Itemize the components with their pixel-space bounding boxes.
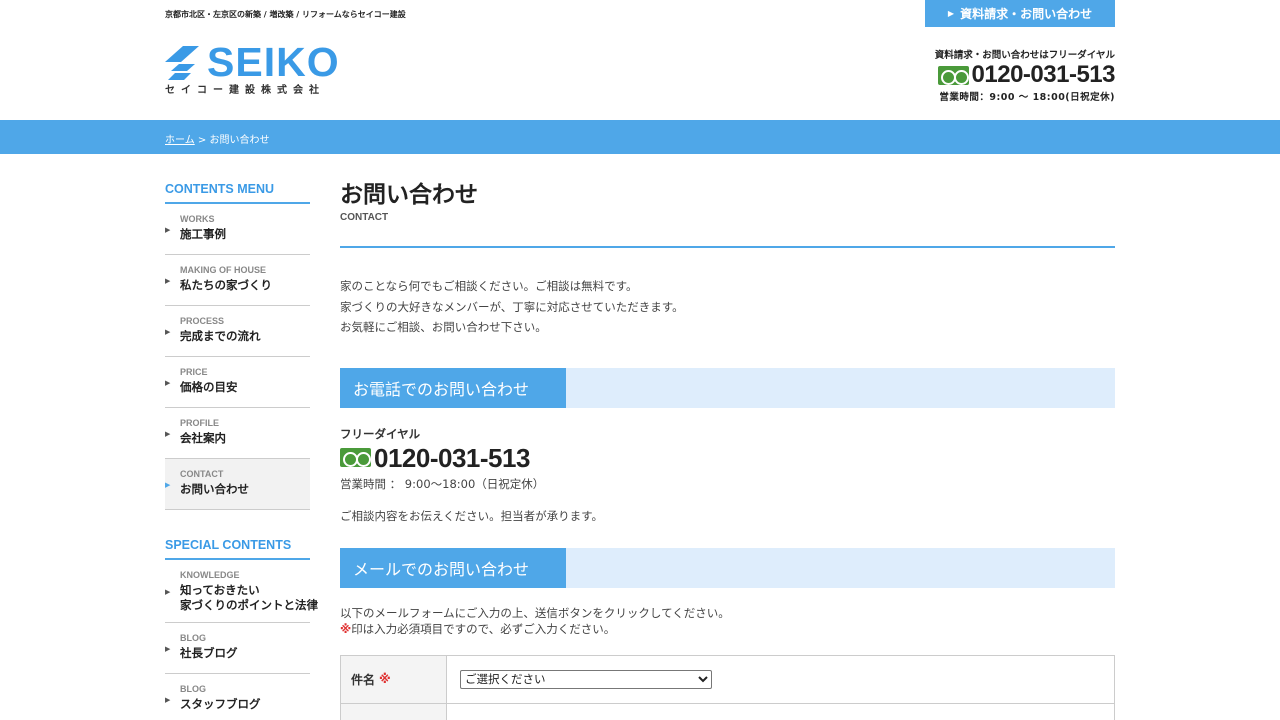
mail-section-heading: メールでのお問い合わせ (340, 547, 1115, 588)
freedial-icon (340, 448, 371, 467)
mail-intro: 以下のメールフォームにご入力の上、送信ボタンをクリックしてください。 ※印は入力… (340, 605, 1115, 637)
required-note: 印は入力必須項目ですので、必ずご入力ください。 (351, 621, 616, 636)
page-subtitle: CONTACT (340, 212, 389, 223)
form-row-subject: 件名 ※ ご選択ください (341, 655, 1114, 704)
freedial-number: 0120-031-513 (374, 442, 530, 473)
mail-section-title: メールでのお問い合わせ (340, 547, 566, 588)
sidebar-item-president-blog[interactable]: ▶ BLOG 社長ブログ (165, 623, 310, 674)
breadcrumb: ホーム > お問い合わせ (165, 131, 269, 146)
header-phone-block: 資料請求・お問い合わせはフリーダイヤル 0120-031-513 営業時間：9:… (925, 47, 1116, 103)
subject-label: 件名 (351, 672, 376, 687)
breadcrumb-bar: ホーム > お問い合わせ (0, 120, 1280, 154)
chevron-right-icon: ▶ (165, 588, 171, 596)
sidebar-item-label: 施工事例 (180, 227, 226, 241)
chevron-right-icon: ▶ (165, 430, 171, 438)
next-input-cell (447, 704, 1114, 720)
sidebar-item-en: PROFILE (180, 418, 220, 428)
sidebar-item-label: 会社案内 (180, 431, 226, 445)
phone-lead: 資料請求・お問い合わせはフリーダイヤル (934, 50, 1115, 61)
chevron-right-icon: ▶ (165, 481, 171, 489)
subject-select[interactable]: ご選択ください (460, 669, 712, 689)
sidebar-item-en: KNOWLEDGE (180, 570, 240, 580)
mail-intro-line-2: ※印は入力必須項目ですので、必ずご入力ください。 (340, 621, 1115, 637)
phone-section-heading: お電話でのお問い合わせ (340, 367, 1115, 408)
sidebar-item-label: 完成までの流れ (180, 329, 261, 343)
sidebar: CONTENTS MENU ▶ WORKS 施工事例 ▶ MAKING OF H… (165, 182, 318, 720)
sidebar-item-process[interactable]: ▶ PROCESS 完成までの流れ (165, 306, 310, 357)
page: 京都市北区・左京区の新築 / 増改築 / リフォームならセイコー建設 SEIKO… (0, 0, 1280, 720)
chevron-right-icon: ▶ (165, 226, 171, 234)
freedial-label: フリーダイヤル (340, 426, 421, 441)
business-hours: 営業時間 ： 9:00～18:00（日祝定休） (340, 476, 545, 491)
mail-intro-line: 以下のメールフォームにご入力の上、送信ボタンをクリックしてください。 (340, 605, 730, 620)
header-phone-row[interactable]: 0120-031-513 (925, 61, 1116, 88)
sidebar-item-label: スタッフブログ (180, 697, 261, 711)
contact-form: 件名 ※ ご選択ください (340, 654, 1115, 720)
phone-note: ご相談内容をお伝えください。担当者が承ります。 (340, 508, 604, 523)
sidebar-item-label: 知っておきたい (180, 583, 260, 597)
sidebar-item-en: WORKS (180, 214, 215, 224)
sidebar-item-label: お問い合わせ (180, 482, 249, 496)
sidebar-item-en: CONTACT (180, 469, 224, 479)
logo-company-name: セイコー建設株式会社 (165, 85, 325, 96)
required-mark: ※ (340, 621, 352, 636)
subject-input-cell: ご選択ください (447, 656, 1114, 703)
sidebar-item-en: BLOG (180, 684, 206, 694)
header-phone-number: 0120-031-513 (971, 61, 1116, 88)
sidebar-item-knowledge[interactable]: ▶ KNOWLEDGE 知っておきたい 家づくりのポイントと法律 (165, 560, 318, 623)
subject-label-cell: 件名 ※ (341, 655, 447, 703)
form-row-next (341, 703, 1114, 720)
sidebar-item-en: PRICE (180, 367, 208, 377)
header-phone-hours: 営業時間：9:00 〜 18:00(日祝定休) (939, 92, 1115, 103)
main-content: お問い合わせ CONTACT 家のことなら何でもご相談ください。ご相談は無料です… (340, 180, 1115, 720)
chevron-right-icon: ▶ (947, 9, 955, 18)
sidebar-item-staff-blog[interactable]: ▶ BLOG スタッフブログ (165, 674, 310, 720)
site-logo[interactable]: SEIKO セイコー建設株式会社 (165, 40, 340, 96)
sidebar-item-label: 社長ブログ (180, 646, 238, 660)
chevron-right-icon: ▶ (165, 379, 171, 387)
next-label-cell (341, 703, 447, 720)
sidebar-item-price[interactable]: ▶ PRICE 価格の目安 (165, 357, 310, 408)
chevron-right-icon: ▶ (165, 696, 171, 704)
sidebar-item-works[interactable]: ▶ WORKS 施工事例 (165, 204, 310, 255)
sidebar-item-label: 私たちの家づくり (180, 278, 272, 292)
phone-section-title: お電話でのお問い合わせ (340, 367, 566, 408)
sidebar-item-making-of-house[interactable]: ▶ MAKING OF HOUSE 私たちの家づくり (165, 255, 310, 306)
logo-mark-icon (165, 46, 199, 80)
breadcrumb-separator: > (194, 135, 210, 146)
breadcrumb-home-link[interactable]: ホーム (165, 135, 195, 146)
request-info-button[interactable]: ▶ 資料請求・お問い合わせ (925, 0, 1115, 27)
sidebar-item-en: PROCESS (180, 316, 225, 326)
chevron-right-icon: ▶ (165, 645, 171, 653)
logo-wordmark: SEIKO (207, 39, 340, 85)
breadcrumb-current: お問い合わせ (209, 135, 270, 146)
sidebar-item-en: BLOG (180, 633, 206, 643)
page-title: お問い合わせ (340, 181, 478, 208)
freedial-number-row[interactable]: 0120-031-513 (340, 444, 1115, 472)
required-mark: ※ (379, 672, 391, 686)
request-info-label: 資料請求・お問い合わせ (960, 7, 1093, 21)
site-header: 京都市北区・左京区の新築 / 増改築 / リフォームならセイコー建設 SEIKO… (0, 0, 1280, 120)
sidebar-item-label: 価格の目安 (180, 380, 238, 394)
contents-menu-heading: CONTENTS MENU (165, 182, 310, 204)
chevron-right-icon: ▶ (165, 277, 171, 285)
sidebar-item-profile[interactable]: ▶ PROFILE 会社案内 (165, 408, 310, 459)
sidebar-item-contact[interactable]: ▶ CONTACT お問い合わせ (165, 459, 310, 510)
title-divider (340, 246, 1115, 248)
intro-line: 家づくりの大好きなメンバーが、丁寧に対応させていただきます。 (340, 299, 684, 314)
sidebar-item-label-line2: 家づくりのポイントと法律 (180, 598, 318, 612)
freedial-icon (937, 65, 969, 85)
intro-text: 家のことなら何でもご相談ください。ご相談は無料です。 家づくりの大好きなメンバー… (340, 276, 1115, 338)
special-contents-heading: SPECIAL CONTENTS (165, 538, 310, 560)
intro-line: 家のことなら何でもご相談ください。ご相談は無料です。 (340, 279, 638, 293)
chevron-right-icon: ▶ (165, 328, 171, 336)
sidebar-item-en: MAKING OF HOUSE (180, 265, 267, 275)
intro-line: お気軽にご相談、お問い合わせ下さい。 (340, 320, 547, 334)
site-tagline: 京都市北区・左京区の新築 / 増改築 / リフォームならセイコー建設 (165, 10, 406, 19)
